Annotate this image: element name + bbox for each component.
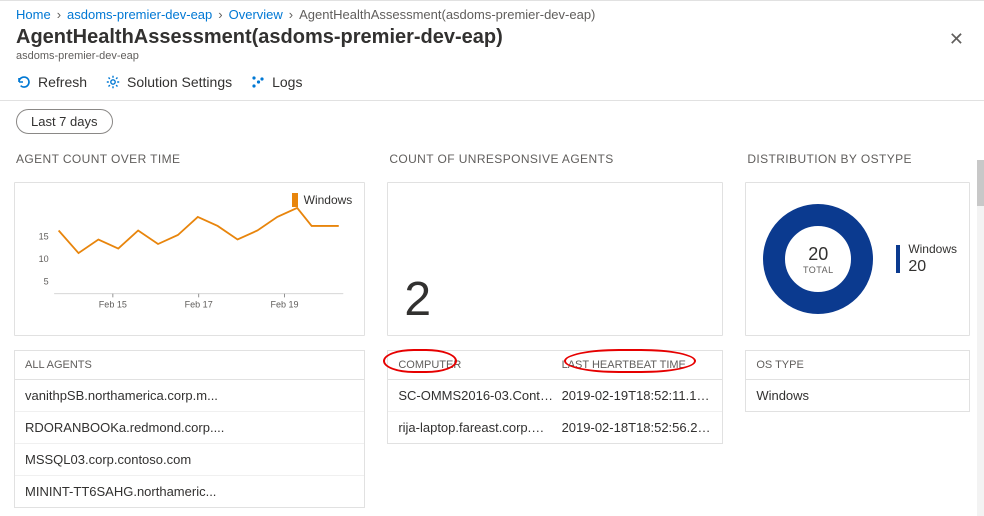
chevron-right-icon: › [218,7,222,22]
gear-icon [105,74,121,90]
table-os-type: OS TYPE Windows [745,350,970,412]
svg-text:15: 15 [39,232,49,242]
donut-total-label: TOTAL [803,265,834,275]
svg-text:Feb 17: Feb 17 [185,299,213,309]
svg-text:5: 5 [44,277,49,287]
table-row[interactable]: MININT-TT6SAHG.northameric... [15,476,364,507]
scrollbar-thumb[interactable] [977,160,984,206]
logs-label: Logs [272,74,302,90]
donut-legend-name: Windows [908,242,957,256]
solution-settings-label: Solution Settings [127,74,232,90]
svg-text:Feb 15: Feb 15 [99,299,127,309]
page-title: AgentHealthAssessment(asdoms-premier-dev… [16,26,503,49]
time-range-pill[interactable]: Last 7 days [16,109,113,134]
close-button[interactable]: ✕ [945,26,968,52]
tile-title-agent-count: AGENT COUNT OVER TIME [14,150,365,182]
toolbar: Refresh Solution Settings Logs [0,64,984,101]
table-row[interactable]: rija-laptop.fareast.corp.microso...2019-… [388,412,722,443]
table-header-all-agents: ALL AGENTS [25,359,354,371]
card-unresponsive-count[interactable]: 2 [387,182,723,336]
breadcrumb-current: AgentHealthAssessment(asdoms-premier-dev… [299,7,595,22]
tile-title-unresponsive: COUNT OF UNRESPONSIVE AGENTS [387,150,723,182]
table-row[interactable]: SC-OMMS2016-03.Contoso.Lo...2019-02-19T1… [388,380,722,412]
chevron-right-icon: › [57,7,61,22]
breadcrumb-home[interactable]: Home [16,7,51,22]
svg-text:Feb 19: Feb 19 [271,299,299,309]
svg-text:10: 10 [39,254,49,264]
table-unresponsive: COMPUTER LAST HEARTBEAT TIME SC-OMMS2016… [387,350,723,444]
table-row[interactable]: vanithpSB.northamerica.corp.m... [15,380,364,412]
legend-swatch [292,193,298,207]
refresh-icon [16,74,32,90]
table-header-os-type: OS TYPE [756,359,959,371]
chevron-right-icon: › [289,7,293,22]
breadcrumb: Home › asdoms-premier-dev-eap › Overview… [0,1,984,26]
table-all-agents: ALL AGENTS vanithpSB.northamerica.corp.m… [14,350,365,508]
donut-total-value: 20 [808,244,828,265]
donut-chart: 20 TOTAL [758,199,878,319]
solution-settings-button[interactable]: Solution Settings [105,74,232,90]
logs-button[interactable]: Logs [250,74,302,90]
scrollbar[interactable] [977,160,984,516]
breadcrumb-workspace[interactable]: asdoms-premier-dev-eap [67,7,212,22]
chart-card-agent-count[interactable]: Windows 15 10 5 Feb 15 Feb 17 Feb 19 [14,182,365,336]
refresh-label: Refresh [38,74,87,90]
table-header-last-heartbeat: LAST HEARTBEAT TIME [562,359,713,371]
refresh-button[interactable]: Refresh [16,74,87,90]
donut-legend-value: 20 [908,257,957,276]
donut-legend: Windows 20 [896,242,957,276]
page-subtitle: asdoms-premier-dev-eap [16,50,503,62]
table-row[interactable]: RDORANBOOKa.redmond.corp.... [15,412,364,444]
unresponsive-count-value: 2 [400,242,431,327]
logs-icon [250,74,266,90]
card-distribution[interactable]: 20 TOTAL Windows 20 [745,182,970,336]
legend-label: Windows [304,193,353,207]
table-row[interactable]: MSSQL03.corp.contoso.com [15,444,364,476]
line-chart: 15 10 5 Feb 15 Feb 17 Feb 19 [27,207,352,319]
table-header-computer: COMPUTER [398,359,561,371]
table-row[interactable]: Windows [746,380,969,411]
breadcrumb-overview[interactable]: Overview [229,7,283,22]
tile-title-distribution: DISTRIBUTION BY OSTYPE [745,150,970,182]
